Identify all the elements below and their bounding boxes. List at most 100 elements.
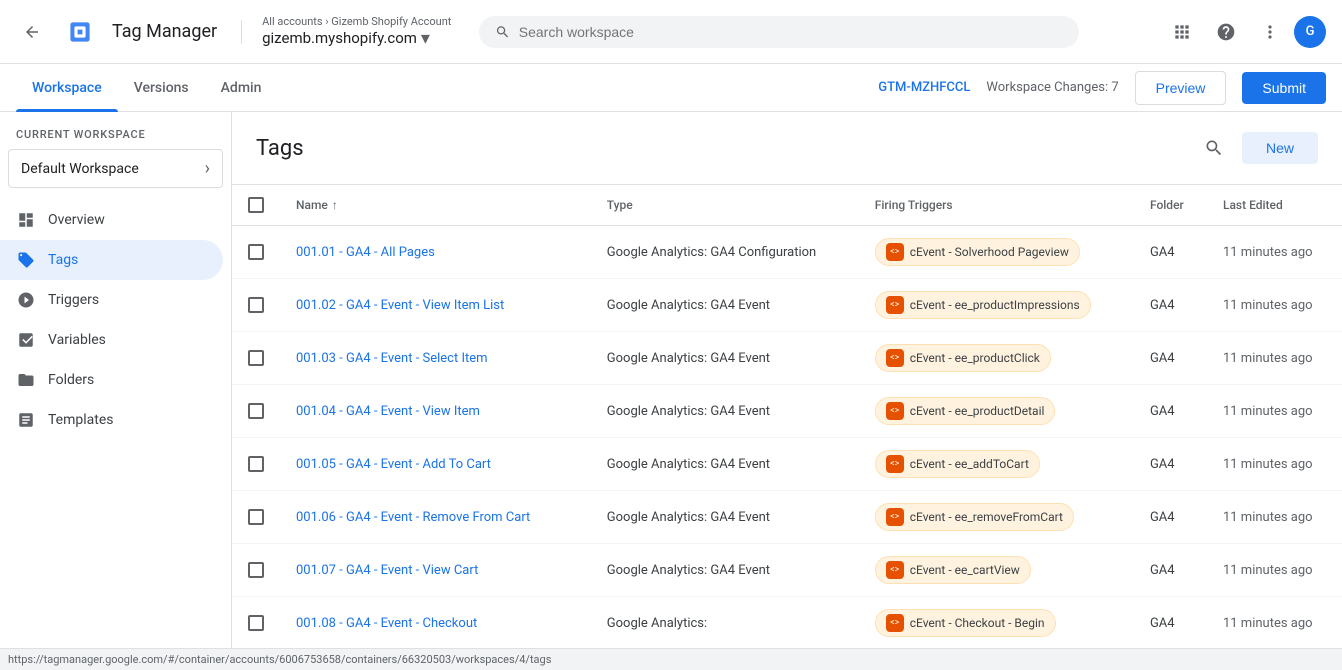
tag-link[interactable]: 001.07 - GA4 - Event - View Cart <box>296 563 478 578</box>
row-checkbox-cell <box>232 544 280 597</box>
search-box <box>479 16 1079 48</box>
row-last-edited-cell: 11 minutes ago <box>1207 226 1342 279</box>
breadcrumb-main[interactable]: gizemb.myshopify.com ▾ <box>262 28 451 49</box>
trigger-label: cEvent - ee_productDetail <box>910 404 1045 418</box>
triggers-icon <box>16 290 36 310</box>
help-icon-button[interactable] <box>1206 12 1246 52</box>
tag-link[interactable]: 001.01 - GA4 - All Pages <box>296 245 435 260</box>
workspace-selector-name: Default Workspace <box>21 161 139 177</box>
row-checkbox[interactable] <box>248 403 264 419</box>
table-row: 001.02 - GA4 - Event - View Item List Go… <box>232 279 1342 332</box>
row-checkbox-cell <box>232 332 280 385</box>
tag-link[interactable]: 001.05 - GA4 - Event - Add To Cart <box>296 457 491 472</box>
row-trigger-cell: <> cEvent - ee_removeFromCart <box>859 491 1134 544</box>
content-header: Tags New <box>232 112 1342 185</box>
trigger-label: cEvent - Checkout - Begin <box>910 616 1045 630</box>
trigger-icon: <> <box>886 508 904 526</box>
sidebar-item-overview[interactable]: Overview <box>0 200 223 240</box>
help-icon <box>1216 22 1236 42</box>
row-last-edited-cell: 11 minutes ago <box>1207 597 1342 649</box>
more-icon <box>1260 22 1280 42</box>
trigger-label: cEvent - ee_addToCart <box>910 457 1029 471</box>
row-type-cell: Google Analytics: GA4 Event <box>591 544 859 597</box>
sort-up-icon: ↑ <box>332 198 338 212</box>
sidebar-item-triggers[interactable]: Triggers <box>0 280 223 320</box>
avatar[interactable]: G <box>1294 16 1326 48</box>
sidebar-item-folders[interactable]: Folders <box>0 360 223 400</box>
variables-icon <box>16 330 36 350</box>
row-name-cell: 001.08 - GA4 - Event - Checkout <box>280 597 591 649</box>
tab-versions[interactable]: Versions <box>118 64 205 112</box>
row-folder-cell: GA4 <box>1134 491 1207 544</box>
sidebar-item-folders-label: Folders <box>48 372 94 388</box>
header-icons: G <box>1162 12 1326 52</box>
workspace-changes: Workspace Changes: 7 <box>986 80 1118 95</box>
table-row: 001.03 - GA4 - Event - Select Item Googl… <box>232 332 1342 385</box>
trigger-icon: <> <box>886 349 904 367</box>
sidebar-item-tags-label: Tags <box>48 252 78 268</box>
tag-link[interactable]: 001.08 - GA4 - Event - Checkout <box>296 616 477 631</box>
row-folder-cell: GA4 <box>1134 385 1207 438</box>
trigger-badge: <> cEvent - ee_productImpressions <box>875 291 1091 319</box>
back-button[interactable] <box>16 16 48 48</box>
row-checkbox[interactable] <box>248 562 264 578</box>
table-header-row: Name ↑ Type Firing Triggers Folder Last … <box>232 185 1342 226</box>
row-trigger-cell: <> cEvent - Checkout - Begin <box>859 597 1134 649</box>
row-trigger-cell: <> cEvent - Solverhood Pageview <box>859 226 1134 279</box>
content-header-actions: New <box>1194 128 1318 168</box>
trigger-icon: <> <box>886 296 904 314</box>
tab-admin[interactable]: Admin <box>205 64 278 112</box>
row-checkbox-cell <box>232 491 280 544</box>
row-checkbox[interactable] <box>248 615 264 631</box>
trigger-icon: <> <box>886 243 904 261</box>
table-search-button[interactable] <box>1194 128 1234 168</box>
tag-link[interactable]: 001.02 - GA4 - Event - View Item List <box>296 298 504 313</box>
row-checkbox[interactable] <box>248 456 264 472</box>
sidebar-nav: Overview Tags Triggers <box>0 200 231 440</box>
workspace-selector-arrow-icon: › <box>205 158 210 179</box>
tag-link[interactable]: 001.04 - GA4 - Event - View Item <box>296 404 480 419</box>
preview-button[interactable]: Preview <box>1135 71 1227 105</box>
breadcrumb-top: All accounts › Gizemb Shopify Account <box>262 15 451 28</box>
tabbar: Workspace Versions Admin GTM-MZHFCCL Wor… <box>0 64 1342 112</box>
apps-icon-button[interactable] <box>1162 12 1202 52</box>
trigger-label: cEvent - ee_removeFromCart <box>910 510 1063 524</box>
row-checkbox[interactable] <box>248 297 264 313</box>
search-area <box>479 16 1134 48</box>
trigger-badge: <> cEvent - ee_removeFromCart <box>875 503 1074 531</box>
trigger-icon: <> <box>886 561 904 579</box>
submit-button[interactable]: Submit <box>1242 72 1326 104</box>
row-folder-cell: GA4 <box>1134 279 1207 332</box>
sidebar-item-templates[interactable]: Templates <box>0 400 223 440</box>
sidebar-item-tags[interactable]: Tags <box>0 240 223 280</box>
trigger-badge: <> cEvent - Checkout - Begin <box>875 609 1056 637</box>
row-trigger-cell: <> cEvent - ee_cartView <box>859 544 1134 597</box>
trigger-label: cEvent - Solverhood Pageview <box>910 245 1069 259</box>
select-all-checkbox[interactable] <box>248 197 264 213</box>
main-layout: CURRENT WORKSPACE Default Workspace › Ov… <box>0 112 1342 648</box>
tag-link[interactable]: 001.06 - GA4 - Event - Remove From Cart <box>296 510 530 525</box>
tab-workspace[interactable]: Workspace <box>16 64 118 112</box>
row-checkbox-cell <box>232 279 280 332</box>
row-type-cell: Google Analytics: <box>591 597 859 649</box>
search-input[interactable] <box>519 24 1064 40</box>
gtm-id: GTM-MZHFCCL <box>878 80 970 95</box>
workspace-selector[interactable]: Default Workspace › <box>8 149 223 188</box>
row-checkbox[interactable] <box>248 350 264 366</box>
trigger-label: cEvent - ee_productClick <box>910 351 1040 365</box>
trigger-icon: <> <box>886 402 904 420</box>
more-menu-button[interactable] <box>1250 12 1290 52</box>
row-checkbox[interactable] <box>248 509 264 525</box>
new-tag-button[interactable]: New <box>1242 132 1318 164</box>
row-type-cell: Google Analytics: GA4 Event <box>591 491 859 544</box>
sidebar-item-variables[interactable]: Variables <box>0 320 223 360</box>
row-last-edited-cell: 11 minutes ago <box>1207 544 1342 597</box>
row-name-cell: 001.07 - GA4 - Event - View Cart <box>280 544 591 597</box>
name-sort-button[interactable]: Name ↑ <box>296 198 575 212</box>
tabs: Workspace Versions Admin <box>16 64 277 112</box>
tag-link[interactable]: 001.03 - GA4 - Event - Select Item <box>296 351 488 366</box>
header-edited-col: Last Edited <box>1207 185 1342 226</box>
row-checkbox[interactable] <box>248 244 264 260</box>
trigger-label: cEvent - ee_cartView <box>910 563 1020 577</box>
trigger-badge: <> cEvent - ee_cartView <box>875 556 1031 584</box>
